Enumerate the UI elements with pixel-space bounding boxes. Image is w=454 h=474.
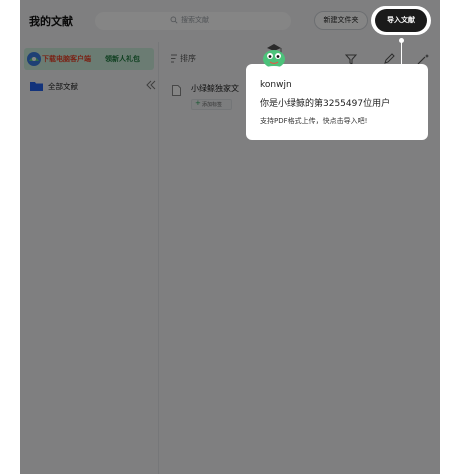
left-margin (0, 0, 20, 474)
import-button[interactable]: 导入文献 (375, 9, 427, 32)
tooltip-hint: 支持PDF格式上传，快点击导入吧! (260, 117, 368, 125)
tooltip-username: konwjn (260, 80, 292, 90)
right-margin (440, 0, 454, 474)
onboarding-tooltip: konwjn 你是小绿鲸的第3255497位用户 支持PDF格式上传，快点击导入… (246, 64, 428, 140)
tooltip-message: 你是小绿鲸的第3255497位用户 (260, 99, 391, 109)
pointer-line (401, 40, 402, 66)
whale-mascot-icon (263, 44, 285, 70)
